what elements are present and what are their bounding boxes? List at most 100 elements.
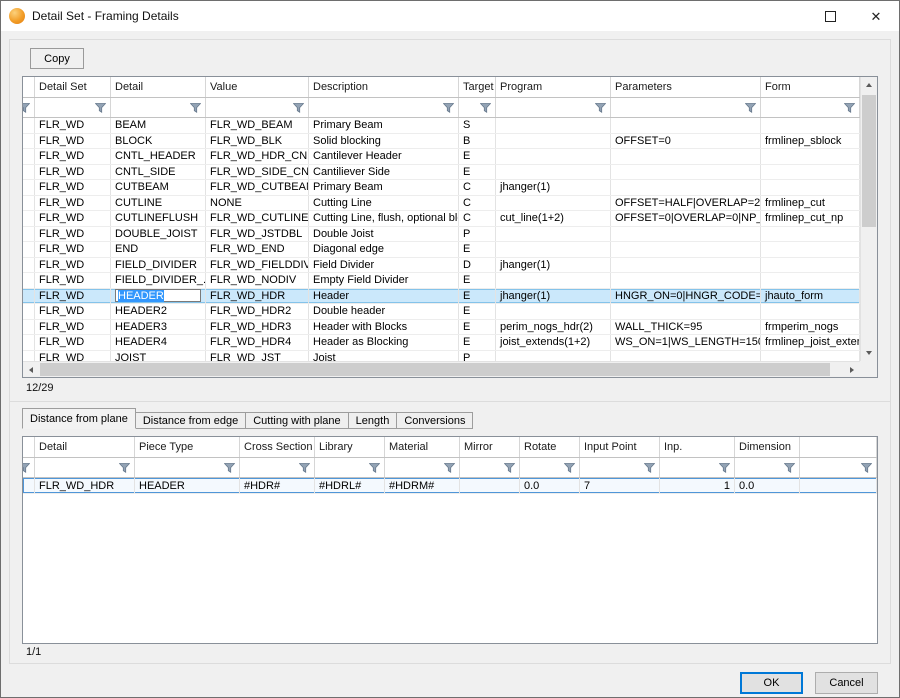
table-cell[interactable] [23,304,35,319]
table-cell[interactable]: FLR_WD [35,258,111,273]
table-cell[interactable]: E [459,149,496,164]
table-cell[interactable]: FLR_WD [35,211,111,226]
table-row[interactable]: FLR_WDCUTLINEFLUSHFLR_WD_CUTLINE2Cutting… [23,211,860,227]
filter-cell-dimension[interactable] [735,458,800,477]
filter-icon[interactable] [745,103,756,113]
table-cell[interactable]: Header [309,289,459,304]
ok-button[interactable]: OK [740,672,803,694]
table-cell[interactable]: FLR_WD [35,134,111,149]
filter-cell-program[interactable] [496,98,611,117]
table-cell[interactable]: WS_ON=1|WS_LENGTH=150|BL... [611,335,761,350]
table-cell[interactable]: frmperim_nogs [761,320,860,335]
table-cell[interactable]: E [459,289,496,304]
table-cell[interactable]: FLR_WD [35,335,111,350]
column-header-target[interactable]: Target [459,77,496,97]
maximize-button[interactable] [807,1,853,31]
table-cell[interactable]: S [459,118,496,133]
table-cell[interactable]: 0.0 [520,478,580,493]
column-header-rotate[interactable]: Rotate [520,437,580,457]
table-cell[interactable]: #HDRL# [315,478,385,493]
scroll-left-button[interactable] [23,362,39,377]
column-header-detail-set[interactable]: Detail Set [35,77,111,97]
table-cell[interactable] [23,180,35,195]
close-button[interactable]: ✕ [853,1,899,31]
filter-icon[interactable] [861,463,872,473]
table-cell[interactable]: DOUBLE_JOIST [111,227,206,242]
column-header-material[interactable]: Material [385,437,460,457]
filter-icon[interactable] [119,463,130,473]
filter-icon[interactable] [719,463,730,473]
table-row[interactable]: FLR_WDHEADERFLR_WD_HDRHeaderEjhanger(1)H… [23,289,860,305]
inline-edit-input[interactable]: HEADER [115,289,201,302]
table-cell[interactable]: FLR_WD [35,289,111,304]
column-header-inp[interactable]: Inp. [660,437,735,457]
table-cell[interactable] [496,242,611,257]
filter-icon[interactable] [564,463,575,473]
table-row[interactable]: FLR_WDDOUBLE_JOISTFLR_WD_JSTDBLDouble Jo… [23,227,860,243]
table-cell[interactable]: FLR_WD_HDR [206,289,309,304]
table-cell[interactable] [611,180,761,195]
table-cell[interactable]: #HDRM# [385,478,460,493]
filter-cell-piece-type[interactable] [135,458,240,477]
filter-icon[interactable] [190,103,201,113]
table-cell[interactable]: HEADER4 [111,335,206,350]
table-cell[interactable] [761,273,860,288]
table-cell[interactable]: E [459,320,496,335]
filter-icon[interactable] [480,103,491,113]
table-cell[interactable] [23,165,35,180]
table-cell[interactable]: FLR_WD_CUTBEAM [206,180,309,195]
table-cell[interactable]: 0.0 [735,478,800,493]
table-cell[interactable] [496,273,611,288]
filter-cell-indicator[interactable] [800,458,877,477]
table-row[interactable]: FLR_WDHEADER2FLR_WD_HDR2Double headerE [23,304,860,320]
table-cell[interactable] [23,211,35,226]
table-cell[interactable] [496,196,611,211]
filter-cell-detail[interactable] [35,458,135,477]
column-header-form[interactable]: Form [761,77,860,97]
table-cell[interactable] [761,258,860,273]
scroll-right-button[interactable] [844,362,860,377]
table-cell[interactable] [761,227,860,242]
table-cell[interactable] [496,304,611,319]
column-header-input-point[interactable]: Input Point [580,437,660,457]
table-cell[interactable] [611,118,761,133]
table-cell[interactable]: FLR_WD [35,196,111,211]
table-cell[interactable]: frmlinep_sblock [761,134,860,149]
filter-cell-detail[interactable] [111,98,206,117]
filter-cell-library[interactable] [315,458,385,477]
table-cell[interactable] [23,134,35,149]
table-cell[interactable] [496,134,611,149]
filter-icon[interactable] [504,463,515,473]
table-cell[interactable]: jhauto_form [761,289,860,304]
table-cell[interactable]: FLR_WD_BEAM [206,118,309,133]
table-cell[interactable]: FLR_WD_HDR [35,478,135,493]
table-cell[interactable]: Cantilever Header [309,149,459,164]
table-cell[interactable]: HEADER2 [111,304,206,319]
table-row[interactable]: FLR_WDCNTL_SIDEFLR_WD_SIDE_CN...Cantilie… [23,165,860,181]
table-cell[interactable]: FLR_WD_END [206,242,309,257]
table-cell[interactable] [460,478,520,493]
filter-cell-target[interactable] [459,98,496,117]
table-cell[interactable]: joist_extends(1+2) [496,335,611,350]
table-row[interactable]: FLR_WD_HDRHEADER#HDR##HDRL##HDRM#0.0710.… [23,478,877,494]
table-cell[interactable]: Header with Blocks [309,320,459,335]
table-cell[interactable]: Cutting Line, flush, optional bloc... [309,211,459,226]
table-cell[interactable]: FLR_WD_BLK [206,134,309,149]
table-cell[interactable] [611,165,761,180]
table-cell[interactable]: BLOCK [111,134,206,149]
table-cell[interactable]: Field Divider [309,258,459,273]
table-row[interactable]: FLR_WDCUTLINENONECutting LineCOFFSET=HAL… [23,196,860,212]
table-cell[interactable]: OFFSET=0|OVERLAP=0|NP_ON=... [611,211,761,226]
table-cell[interactable]: BEAM [111,118,206,133]
column-header-program[interactable]: Program [496,77,611,97]
filter-icon[interactable] [293,103,304,113]
filter-cell-cross-section[interactable] [240,458,315,477]
table-cell[interactable] [611,149,761,164]
table-cell[interactable] [23,149,35,164]
column-header-detail[interactable]: Detail [111,77,206,97]
table-cell[interactable] [761,242,860,257]
scroll-down-button[interactable] [861,345,877,361]
table-cell[interactable]: E [459,273,496,288]
table-cell[interactable]: Solid blocking [309,134,459,149]
table-cell[interactable]: HEADER3 [111,320,206,335]
